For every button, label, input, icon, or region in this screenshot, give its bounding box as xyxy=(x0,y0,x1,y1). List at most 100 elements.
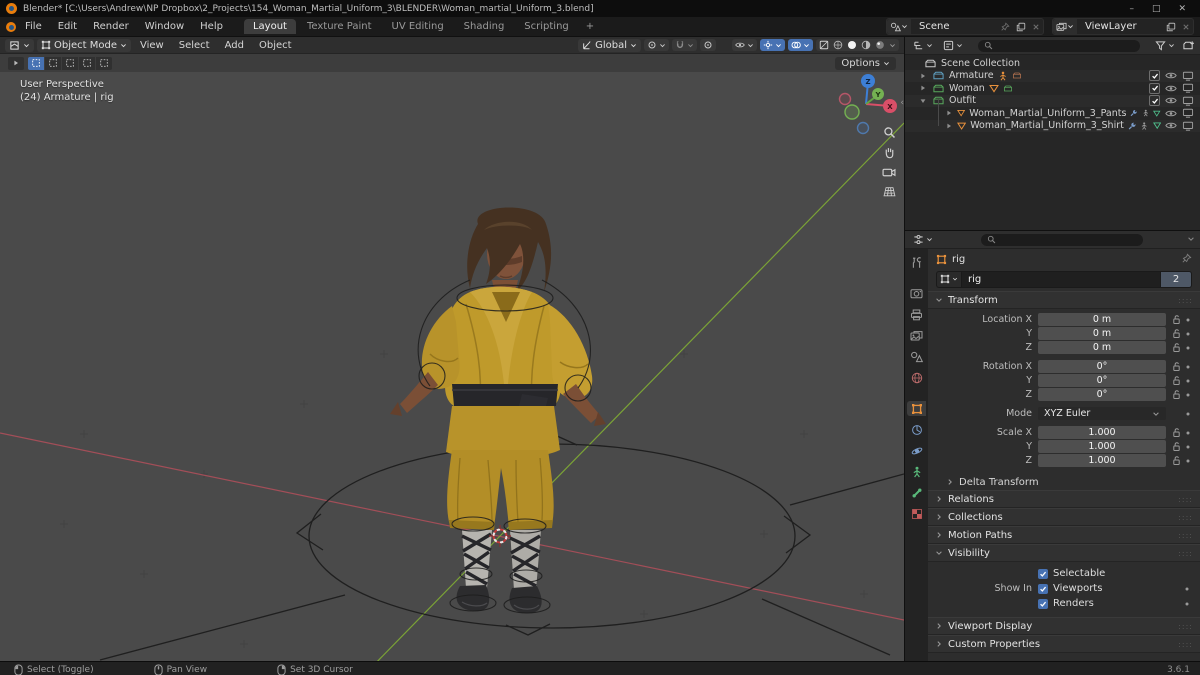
lock-icon[interactable] xyxy=(1172,328,1181,339)
menu-edit[interactable]: Edit xyxy=(51,19,84,34)
animate-dot-icon[interactable] xyxy=(1185,317,1191,323)
menu-file[interactable]: File xyxy=(18,19,49,34)
rotation-x-field[interactable]: 0° xyxy=(1038,360,1166,373)
lock-icon[interactable] xyxy=(1172,455,1181,466)
expand-icon[interactable] xyxy=(945,122,953,130)
tab-world[interactable] xyxy=(907,370,926,385)
panel-grip[interactable]: :::: xyxy=(1178,622,1193,631)
camera-view-icon[interactable] xyxy=(882,166,896,178)
animate-dot-icon[interactable] xyxy=(1185,364,1191,370)
animate-dot-icon[interactable] xyxy=(1185,378,1191,384)
shading-material-button[interactable] xyxy=(861,40,871,50)
panel-delta-transform-header[interactable]: Delta Transform xyxy=(928,474,1200,490)
unlink-scene-icon[interactable] xyxy=(1029,23,1043,31)
expand-icon[interactable] xyxy=(945,109,953,117)
panel-grip[interactable]: :::: xyxy=(1178,513,1193,522)
hide-eye-icon[interactable] xyxy=(1165,109,1177,118)
pin-scene-icon[interactable] xyxy=(997,22,1013,32)
lock-icon[interactable] xyxy=(1172,389,1181,400)
animate-dot-icon[interactable] xyxy=(1185,458,1191,464)
properties-editor-type-button[interactable] xyxy=(910,233,936,246)
mode-selector[interactable]: Object Mode xyxy=(37,38,131,52)
editor-type-button[interactable] xyxy=(5,38,34,52)
proportional-editing-toggle[interactable] xyxy=(700,39,716,51)
outliner-row-woman[interactable]: Woman xyxy=(905,82,1200,95)
menu-window[interactable]: Window xyxy=(138,19,191,34)
expand-icon[interactable] xyxy=(919,84,928,92)
pivot-point-selector[interactable] xyxy=(644,39,669,51)
transform-orientation-selector[interactable]: Global xyxy=(578,38,641,52)
blender-menu-icon[interactable] xyxy=(6,21,16,32)
menu-select[interactable]: Select xyxy=(173,39,216,52)
panel-visibility-header[interactable]: Visibility :::: xyxy=(928,544,1200,562)
location-z-field[interactable]: 0 m xyxy=(1038,341,1166,354)
outliner-editor-type-button[interactable] xyxy=(910,39,936,52)
hide-eye-icon[interactable] xyxy=(1165,121,1177,130)
panel-viewport-display-header[interactable]: Viewport Display :::: xyxy=(928,617,1200,635)
panel-grip[interactable]: :::: xyxy=(1178,531,1193,540)
object-name-input[interactable]: rig xyxy=(961,270,1161,288)
lock-icon[interactable] xyxy=(1172,342,1181,353)
maximize-button[interactable]: □ xyxy=(1152,4,1161,14)
close-button[interactable]: ✕ xyxy=(1178,4,1186,14)
tab-layout[interactable]: Layout xyxy=(243,19,296,34)
outliner-row-pants[interactable]: Woman_Martial_Uniform_3_Pants xyxy=(905,107,1200,120)
animate-dot-icon[interactable] xyxy=(1185,392,1191,398)
gizmos-toggle[interactable] xyxy=(760,39,785,51)
scene-selector[interactable]: Scene xyxy=(886,18,1044,35)
shading-solid-button[interactable] xyxy=(847,40,857,50)
exclude-checkbox[interactable] xyxy=(1149,82,1160,94)
selectable-checkbox[interactable] xyxy=(1038,568,1048,579)
panel-custom-properties-header[interactable]: Custom Properties :::: xyxy=(928,635,1200,653)
scale-x-field[interactable]: 1.000 xyxy=(1038,426,1166,439)
tab-tool[interactable] xyxy=(907,255,926,270)
animate-dot-icon[interactable] xyxy=(1185,345,1191,351)
renders-checkbox[interactable] xyxy=(1038,598,1048,609)
lock-icon[interactable] xyxy=(1172,441,1181,452)
panel-grip[interactable]: :::: xyxy=(1178,296,1193,305)
select-mode-extend-button[interactable] xyxy=(45,56,61,70)
menu-render[interactable]: Render xyxy=(86,19,136,34)
overlays-toggle[interactable] xyxy=(788,39,813,51)
location-x-field[interactable]: 0 m xyxy=(1038,313,1166,326)
tab-scripting[interactable]: Scripting xyxy=(515,19,577,34)
panel-motion-paths-header[interactable]: Motion Paths :::: xyxy=(928,526,1200,544)
outliner-row-scene-collection[interactable]: Scene Collection xyxy=(905,57,1200,70)
tab-physics[interactable] xyxy=(907,443,926,458)
select-mode-invert-button[interactable] xyxy=(79,56,95,70)
perspective-toggle-icon[interactable] xyxy=(883,185,896,198)
panel-collections-header[interactable]: Collections :::: xyxy=(928,508,1200,526)
exclude-checkbox[interactable] xyxy=(1149,95,1160,107)
tab-render[interactable] xyxy=(907,286,926,301)
properties-search-input[interactable] xyxy=(980,233,1143,246)
tab-uv-editing[interactable]: UV Editing xyxy=(383,19,453,34)
animate-dot-icon[interactable] xyxy=(1185,444,1191,450)
tab-constraints[interactable] xyxy=(907,422,926,437)
select-mode-set-button[interactable] xyxy=(28,56,44,70)
lock-icon[interactable] xyxy=(1172,314,1181,325)
new-view-layer-icon[interactable] xyxy=(1163,22,1179,32)
panel-grip[interactable]: :::: xyxy=(1178,640,1193,649)
rotation-mode-dropdown[interactable]: XYZ Euler xyxy=(1038,407,1166,420)
animate-dot-icon[interactable] xyxy=(1184,586,1190,592)
outliner-row-armature[interactable]: Armature xyxy=(905,69,1200,82)
pan-hand-icon[interactable] xyxy=(883,146,896,159)
animate-dot-icon[interactable] xyxy=(1185,331,1191,337)
snap-toggle[interactable] xyxy=(672,39,697,51)
xray-toggle[interactable] xyxy=(819,40,829,50)
scene-name[interactable]: Scene xyxy=(911,21,997,32)
shading-wireframe-button[interactable] xyxy=(833,40,843,50)
new-collection-button[interactable] xyxy=(1182,40,1195,52)
object-visibility-dropdown[interactable] xyxy=(732,39,757,51)
tab-scene[interactable] xyxy=(907,349,926,364)
render-visibility-icon[interactable] xyxy=(1182,108,1194,118)
render-visibility-icon[interactable] xyxy=(1182,96,1194,106)
viewports-checkbox[interactable] xyxy=(1038,583,1048,594)
menu-add[interactable]: Add xyxy=(219,39,250,52)
rotation-y-field[interactable]: 0° xyxy=(1038,374,1166,387)
minimize-button[interactable]: – xyxy=(1129,4,1134,14)
lock-icon[interactable] xyxy=(1172,375,1181,386)
tab-object-data[interactable] xyxy=(907,464,926,479)
remove-view-layer-icon[interactable] xyxy=(1179,23,1193,31)
new-scene-icon[interactable] xyxy=(1013,22,1029,32)
